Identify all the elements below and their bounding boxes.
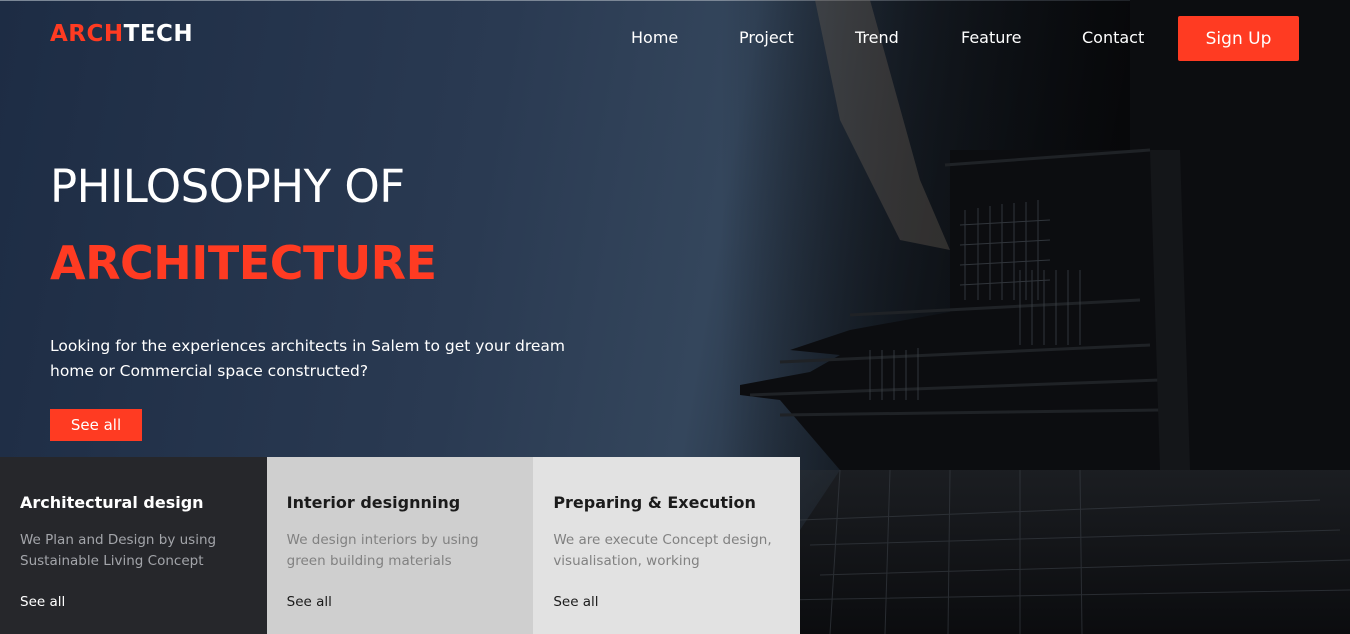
nav-feature[interactable]: Feature (961, 28, 1021, 47)
service-card-title: Preparing & Execution (553, 493, 756, 512)
service-card-interior: Interior designning We design interiors … (266, 457, 534, 634)
hero-section: ARCHTECH Home Project Trend Feature Cont… (0, 0, 1350, 634)
service-card-architectural: Architectural design We Plan and Design … (0, 457, 267, 634)
service-card-text: We design interiors by using green build… (286, 532, 479, 569)
service-card-execution: Preparing & Execution We are execute Con… (533, 457, 800, 634)
nav-contact[interactable]: Contact (1082, 28, 1144, 47)
brand-rest-text: TECH (123, 21, 194, 47)
nav-home[interactable]: Home (631, 28, 678, 47)
service-card-text: We Plan and Design by using Sustainable … (20, 532, 217, 569)
service-card-title: Interior designning (286, 493, 461, 512)
sign-up-button[interactable]: Sign Up (1178, 16, 1299, 61)
building-image (720, 0, 1350, 634)
hero-title-line1: PHILOSOPHY OF (50, 160, 405, 213)
service-card-see-all-link[interactable]: See all (287, 594, 332, 610)
brand-logo[interactable]: ARCHTECH (50, 21, 193, 47)
nav-trend[interactable]: Trend (855, 28, 899, 47)
service-card-see-all-link[interactable]: See all (20, 594, 65, 610)
service-card-text: We are execute Concept design, visualisa… (553, 532, 772, 569)
service-card-see-all-link[interactable]: See all (553, 594, 598, 610)
service-card-title: Architectural design (20, 493, 204, 512)
hero-title-line2: ARCHITECTURE (50, 236, 437, 290)
hero-see-all-button[interactable]: See all (50, 409, 142, 441)
nav-project[interactable]: Project (739, 28, 794, 47)
services-row: Architectural design We Plan and Design … (0, 457, 800, 634)
brand-accent-text: ARCH (50, 21, 124, 47)
hero-description: Looking for the experiences architects i… (50, 337, 566, 380)
